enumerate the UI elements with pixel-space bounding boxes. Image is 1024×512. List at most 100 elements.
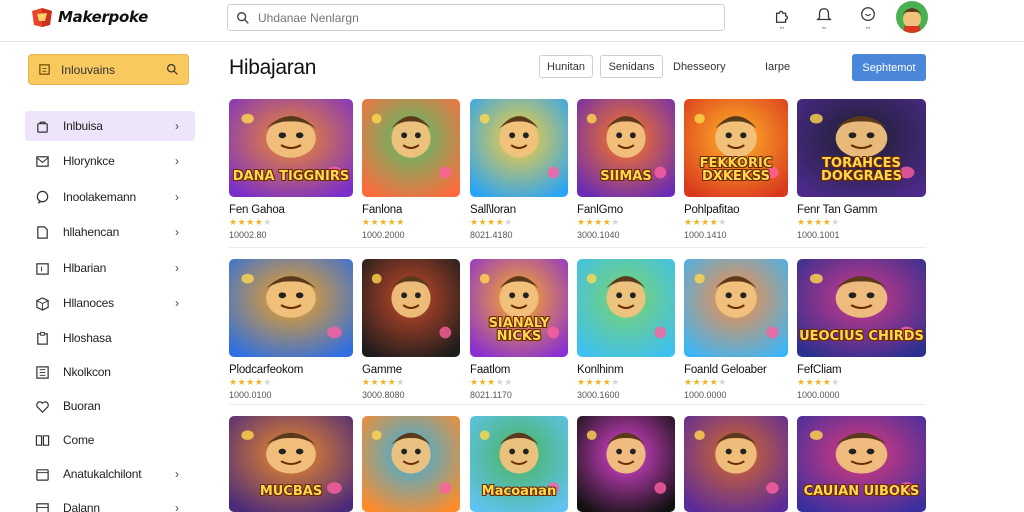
thumbnail-art-text: UEOCIUS CHIRDS (799, 329, 924, 344)
game-thumbnail[interactable]: DANA TIGGNIRS (229, 99, 353, 197)
puzzle-button[interactable]: ▪▪▪ (771, 6, 793, 34)
game-card[interactable] (362, 416, 460, 512)
sidebar-item-label: Come (63, 433, 95, 447)
sidebar-item[interactable]: Hlorynkce › (25, 146, 195, 176)
search-icon (237, 11, 249, 24)
sidebar-item[interactable]: Dalann › (25, 493, 195, 512)
sidebar-item-label: Hllanoces (63, 296, 114, 310)
game-thumbnail[interactable]: TORAHCES DOKGRAES (797, 99, 926, 197)
game-thumbnail[interactable] (229, 259, 353, 357)
chat-icon (34, 189, 50, 205)
sidebar-item[interactable]: Inoolakemann › (25, 182, 195, 212)
bell-icon (816, 8, 832, 21)
messages-button[interactable]: ▪▪▪ (857, 6, 879, 34)
game-thumbnail[interactable] (470, 99, 568, 197)
game-card[interactable]: Fanlona ★★★★★ 1000.2000 (362, 99, 460, 240)
game-title[interactable]: FefCliam (797, 364, 926, 376)
puzzle-icon (775, 10, 789, 23)
thumbnail-art-text: FEKKORIC DXKEKSS (699, 156, 773, 184)
search-bar[interactable] (227, 4, 725, 31)
star-rating: ★★★★★ (470, 217, 513, 227)
game-card[interactable]: Konlhinm ★★★★★ 3000.1600 (577, 259, 675, 400)
game-title[interactable]: Plodcarfeokom (229, 364, 353, 376)
primary-button[interactable]: Sephtemot (852, 54, 926, 81)
game-thumbnail[interactable]: Macoanan (470, 416, 568, 512)
game-card[interactable] (577, 416, 675, 512)
game-title[interactable]: Fanlona (362, 204, 460, 216)
game-card[interactable]: FEKKORIC DXKEKSS Pohlpafitao ★★★★★ 1000.141… (684, 99, 788, 240)
star-rating: ★★★★★ (229, 217, 272, 227)
game-thumbnail[interactable] (577, 416, 675, 512)
sidebar-item[interactable]: Anatukalchilont › (25, 459, 195, 489)
sidebar-item-label: Hlorynkce (63, 154, 115, 168)
box-icon (34, 295, 50, 311)
search-input[interactable] (258, 10, 698, 25)
game-title[interactable]: FanlGmo (577, 204, 675, 216)
game-thumbnail[interactable] (684, 416, 788, 512)
game-card[interactable]: MUCBAS (229, 416, 353, 512)
game-title[interactable]: Foanld Geloaber (684, 364, 788, 376)
game-card[interactable]: CAUIAN UIBOKS (797, 416, 926, 512)
star-rating: ★★★★★ (362, 217, 405, 227)
game-thumbnail[interactable] (362, 99, 460, 197)
game-card[interactable]: Gamme ★★★★★ 3000.8080 (362, 259, 460, 400)
chip-filter-2[interactable]: Senidans (600, 55, 663, 78)
game-thumbnail[interactable]: SIANALY NICKS (470, 259, 568, 357)
game-title[interactable]: Faatlom (470, 364, 568, 376)
thumbnail-art-text: DANA TIGGNIRS (232, 169, 350, 184)
game-card[interactable]: Plodcarfeokom ★★★★★ 1000.0100 (229, 259, 353, 400)
game-card[interactable] (684, 416, 788, 512)
game-thumbnail[interactable]: FEKKORIC DXKEKSS (684, 99, 788, 197)
user-avatar[interactable] (896, 1, 928, 33)
game-card[interactable]: SIANALY NICKS Faatlom ★★★★★ 8021.1170 (470, 259, 568, 400)
game-title[interactable]: Konlhinm (577, 364, 675, 376)
game-card[interactable]: Sall\loran ★★★★★ 8021.4180 (470, 99, 568, 240)
game-title[interactable]: Sall\loran (470, 204, 568, 216)
bag-icon (34, 118, 50, 134)
game-title[interactable]: Fen Gahoa (229, 204, 353, 216)
game-thumbnail[interactable] (577, 259, 675, 357)
clipboard-icon (34, 330, 50, 346)
row-divider (229, 247, 926, 248)
sidebar-item[interactable]: Come (25, 425, 195, 455)
sidebar-item[interactable]: Hlbarian › (25, 253, 195, 283)
game-card[interactable]: SIIMAS FanlGmo ★★★★★ 3000.1040 (577, 99, 675, 240)
star-rating: ★★★★★ (797, 217, 840, 227)
game-title[interactable]: Pohlpafitao (684, 204, 788, 216)
game-card[interactable]: TORAHCES DOKGRAES Fenr Tan Gamm ★★★★★ 1000.… (797, 99, 926, 240)
star-rating: ★★★★★ (470, 377, 513, 387)
sidebar-item[interactable]: hllahencan › (25, 217, 195, 247)
game-thumbnail[interactable]: SIIMAS (577, 99, 675, 197)
game-card[interactable]: DANA TIGGNIRS Fen Gahoa ★★★★★ 10002.80 (229, 99, 353, 240)
sidebar-item[interactable]: Hloshasa (25, 323, 195, 353)
tab-1[interactable]: Dhesseory (673, 61, 726, 73)
game-thumbnail[interactable] (362, 259, 460, 357)
game-thumbnail[interactable]: CAUIAN UIBOKS (797, 416, 926, 512)
play-count: 8021.4180 (470, 230, 513, 240)
game-thumbnail[interactable]: MUCBAS (229, 416, 353, 512)
game-thumbnail[interactable]: UEOCIUS CHIRDS (797, 259, 926, 357)
sidebar-item[interactable]: Nkolkcon (25, 357, 195, 387)
sidebar-item-label: Hlbarian (63, 261, 107, 275)
top-bar: Makerpoke ▪▪▪ ▪▪▪ ▪▪▪ (0, 0, 1024, 42)
notifications-button[interactable]: ▪▪▪ (813, 6, 835, 34)
app-logo[interactable]: Makerpoke (30, 5, 148, 29)
sidebar-item[interactable]: Buoran (25, 391, 195, 421)
play-count: 3000.8080 (362, 390, 405, 400)
sidebar-cta-button[interactable]: Inlouvains (28, 54, 189, 85)
sidebar-item[interactable]: Hllanoces › (25, 288, 195, 318)
game-title[interactable]: Gamme (362, 364, 460, 376)
game-thumbnail[interactable] (362, 416, 460, 512)
heart-icon (34, 398, 50, 414)
game-title[interactable]: Fenr Tan Gamm (797, 204, 926, 216)
thumbnail-art-text: TORAHCES DOKGRAES (821, 156, 902, 184)
sidebar-item[interactable]: Inlbuisa › (25, 111, 195, 141)
game-thumbnail[interactable] (684, 259, 788, 357)
tab-2[interactable]: Iarpe (765, 61, 790, 73)
sidebar-item-label: Buoran (63, 399, 101, 413)
game-card[interactable]: Foanld Geloaber ★★★★★ 1000.0000 (684, 259, 788, 400)
chip-filter-1[interactable]: Hunitan (539, 55, 593, 78)
game-card[interactable]: UEOCIUS CHIRDS FefCliam ★★★★★ 1000.0000 (797, 259, 926, 400)
game-card[interactable]: Macoanan (470, 416, 568, 512)
star-rating: ★★★★★ (684, 217, 727, 227)
